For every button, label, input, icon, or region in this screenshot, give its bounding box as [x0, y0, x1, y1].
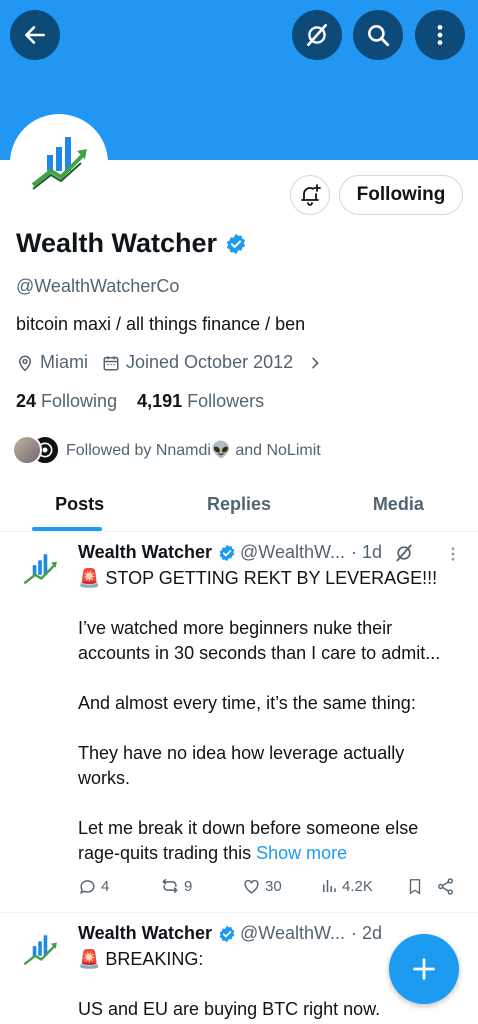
search-button[interactable]	[353, 10, 403, 60]
back-button[interactable]	[10, 10, 60, 60]
chevron-right-icon[interactable]	[307, 355, 323, 371]
tweet-avatar[interactable]	[14, 925, 66, 977]
tweet-actions: 4 49 30 4.2K	[78, 876, 458, 896]
verified-badge-icon	[226, 233, 246, 254]
tweet-time: · 2d	[351, 923, 383, 943]
arrow-left-icon	[25, 26, 45, 44]
tweet-header: Wealth Watcher @WealthW... · 2d	[78, 923, 382, 944]
followed-by-text: Followed by Nnamdi👽 and NoLimit	[66, 442, 321, 459]
profile-counts: 24 Following 4,191 Followers	[16, 391, 264, 412]
followers-count-link[interactable]: 4,191 Followers	[137, 391, 264, 412]
show-more-link[interactable]: Show more	[256, 843, 347, 863]
tweet-time: · 1d	[351, 542, 383, 562]
tweet-author-name[interactable]: Wealth Watcher	[78, 923, 212, 944]
tab-posts[interactable]: Posts	[0, 478, 159, 531]
more-vertical-icon[interactable]	[444, 544, 462, 564]
tweet-header: Wealth Watcher @WealthW... · 1d	[78, 542, 414, 563]
reply-icon	[80, 879, 95, 894]
views-button[interactable]: 4.2K	[320, 877, 406, 895]
tweet-avatar[interactable]	[14, 544, 66, 596]
profile-avatar[interactable]	[10, 114, 108, 212]
follower-avatar	[12, 435, 42, 465]
tweet-author-handle: @WealthW...	[240, 542, 345, 562]
profile-name: Wealth Watcher	[16, 228, 218, 258]
active-tab-indicator	[31, 527, 102, 531]
more-options-button[interactable]	[415, 10, 465, 60]
profile-location: Miami	[40, 352, 88, 372]
wealth-watcher-logo-icon	[31, 137, 87, 190]
wealth-watcher-logo-icon	[23, 935, 57, 966]
bookmark-icon	[409, 878, 421, 895]
profile-bio: bitcoin maxi / all things finance / ben	[16, 314, 306, 334]
tab-replies[interactable]: Replies	[159, 478, 318, 531]
grok-button[interactable]	[292, 10, 342, 60]
profile-tabs: Posts Replies Media	[0, 478, 478, 532]
tweet-author-name[interactable]: Wealth Watcher	[78, 542, 212, 563]
verified-badge-icon	[219, 925, 235, 942]
plus-icon	[413, 958, 435, 980]
followed-by-row[interactable]: Followed by Nnamdi👽 and NoLimit	[12, 434, 321, 466]
tab-media[interactable]: Media	[319, 478, 478, 531]
share-button[interactable]	[436, 877, 455, 896]
tweet-author-handle: @WealthW...	[240, 923, 345, 943]
profile-handle: @WealthWatcherCo	[16, 276, 180, 296]
tweet-text: 🚨 STOP GETTING REKT BY LEVERAGE!!! I’ve …	[78, 568, 441, 863]
compose-post-button[interactable]	[389, 934, 459, 1004]
calendar-icon	[103, 355, 119, 370]
grok-icon	[307, 23, 327, 47]
wealth-watcher-logo-icon	[23, 554, 57, 585]
like-button[interactable]: 30	[242, 877, 320, 896]
views-chart-icon	[323, 880, 336, 892]
following-count-link[interactable]: 24 Following	[16, 391, 117, 412]
verified-badge-icon	[219, 544, 235, 561]
repost-button[interactable]: 49	[160, 876, 242, 896]
more-vertical-icon	[437, 25, 443, 45]
bookmark-button[interactable]	[406, 877, 436, 896]
notifications-bell-button[interactable]	[290, 175, 330, 215]
following-button[interactable]: Following	[339, 175, 463, 215]
tweet[interactable]: Wealth Watcher @WealthW... · 1d 🚨 STOP G…	[0, 532, 478, 913]
repost-icon	[162, 878, 178, 894]
share-icon	[438, 877, 453, 895]
bell-plus-icon	[301, 184, 321, 206]
location-pin-icon	[18, 355, 32, 372]
profile-meta: Miami Joined October 2012	[16, 352, 323, 373]
grok-icon[interactable]	[394, 543, 414, 563]
heart-icon	[244, 879, 259, 894]
reply-button[interactable]: 4	[78, 877, 160, 896]
search-icon	[368, 25, 390, 47]
profile-joined: Joined October 2012	[126, 352, 294, 372]
profile-name-row: Wealth Watcher	[16, 228, 247, 259]
